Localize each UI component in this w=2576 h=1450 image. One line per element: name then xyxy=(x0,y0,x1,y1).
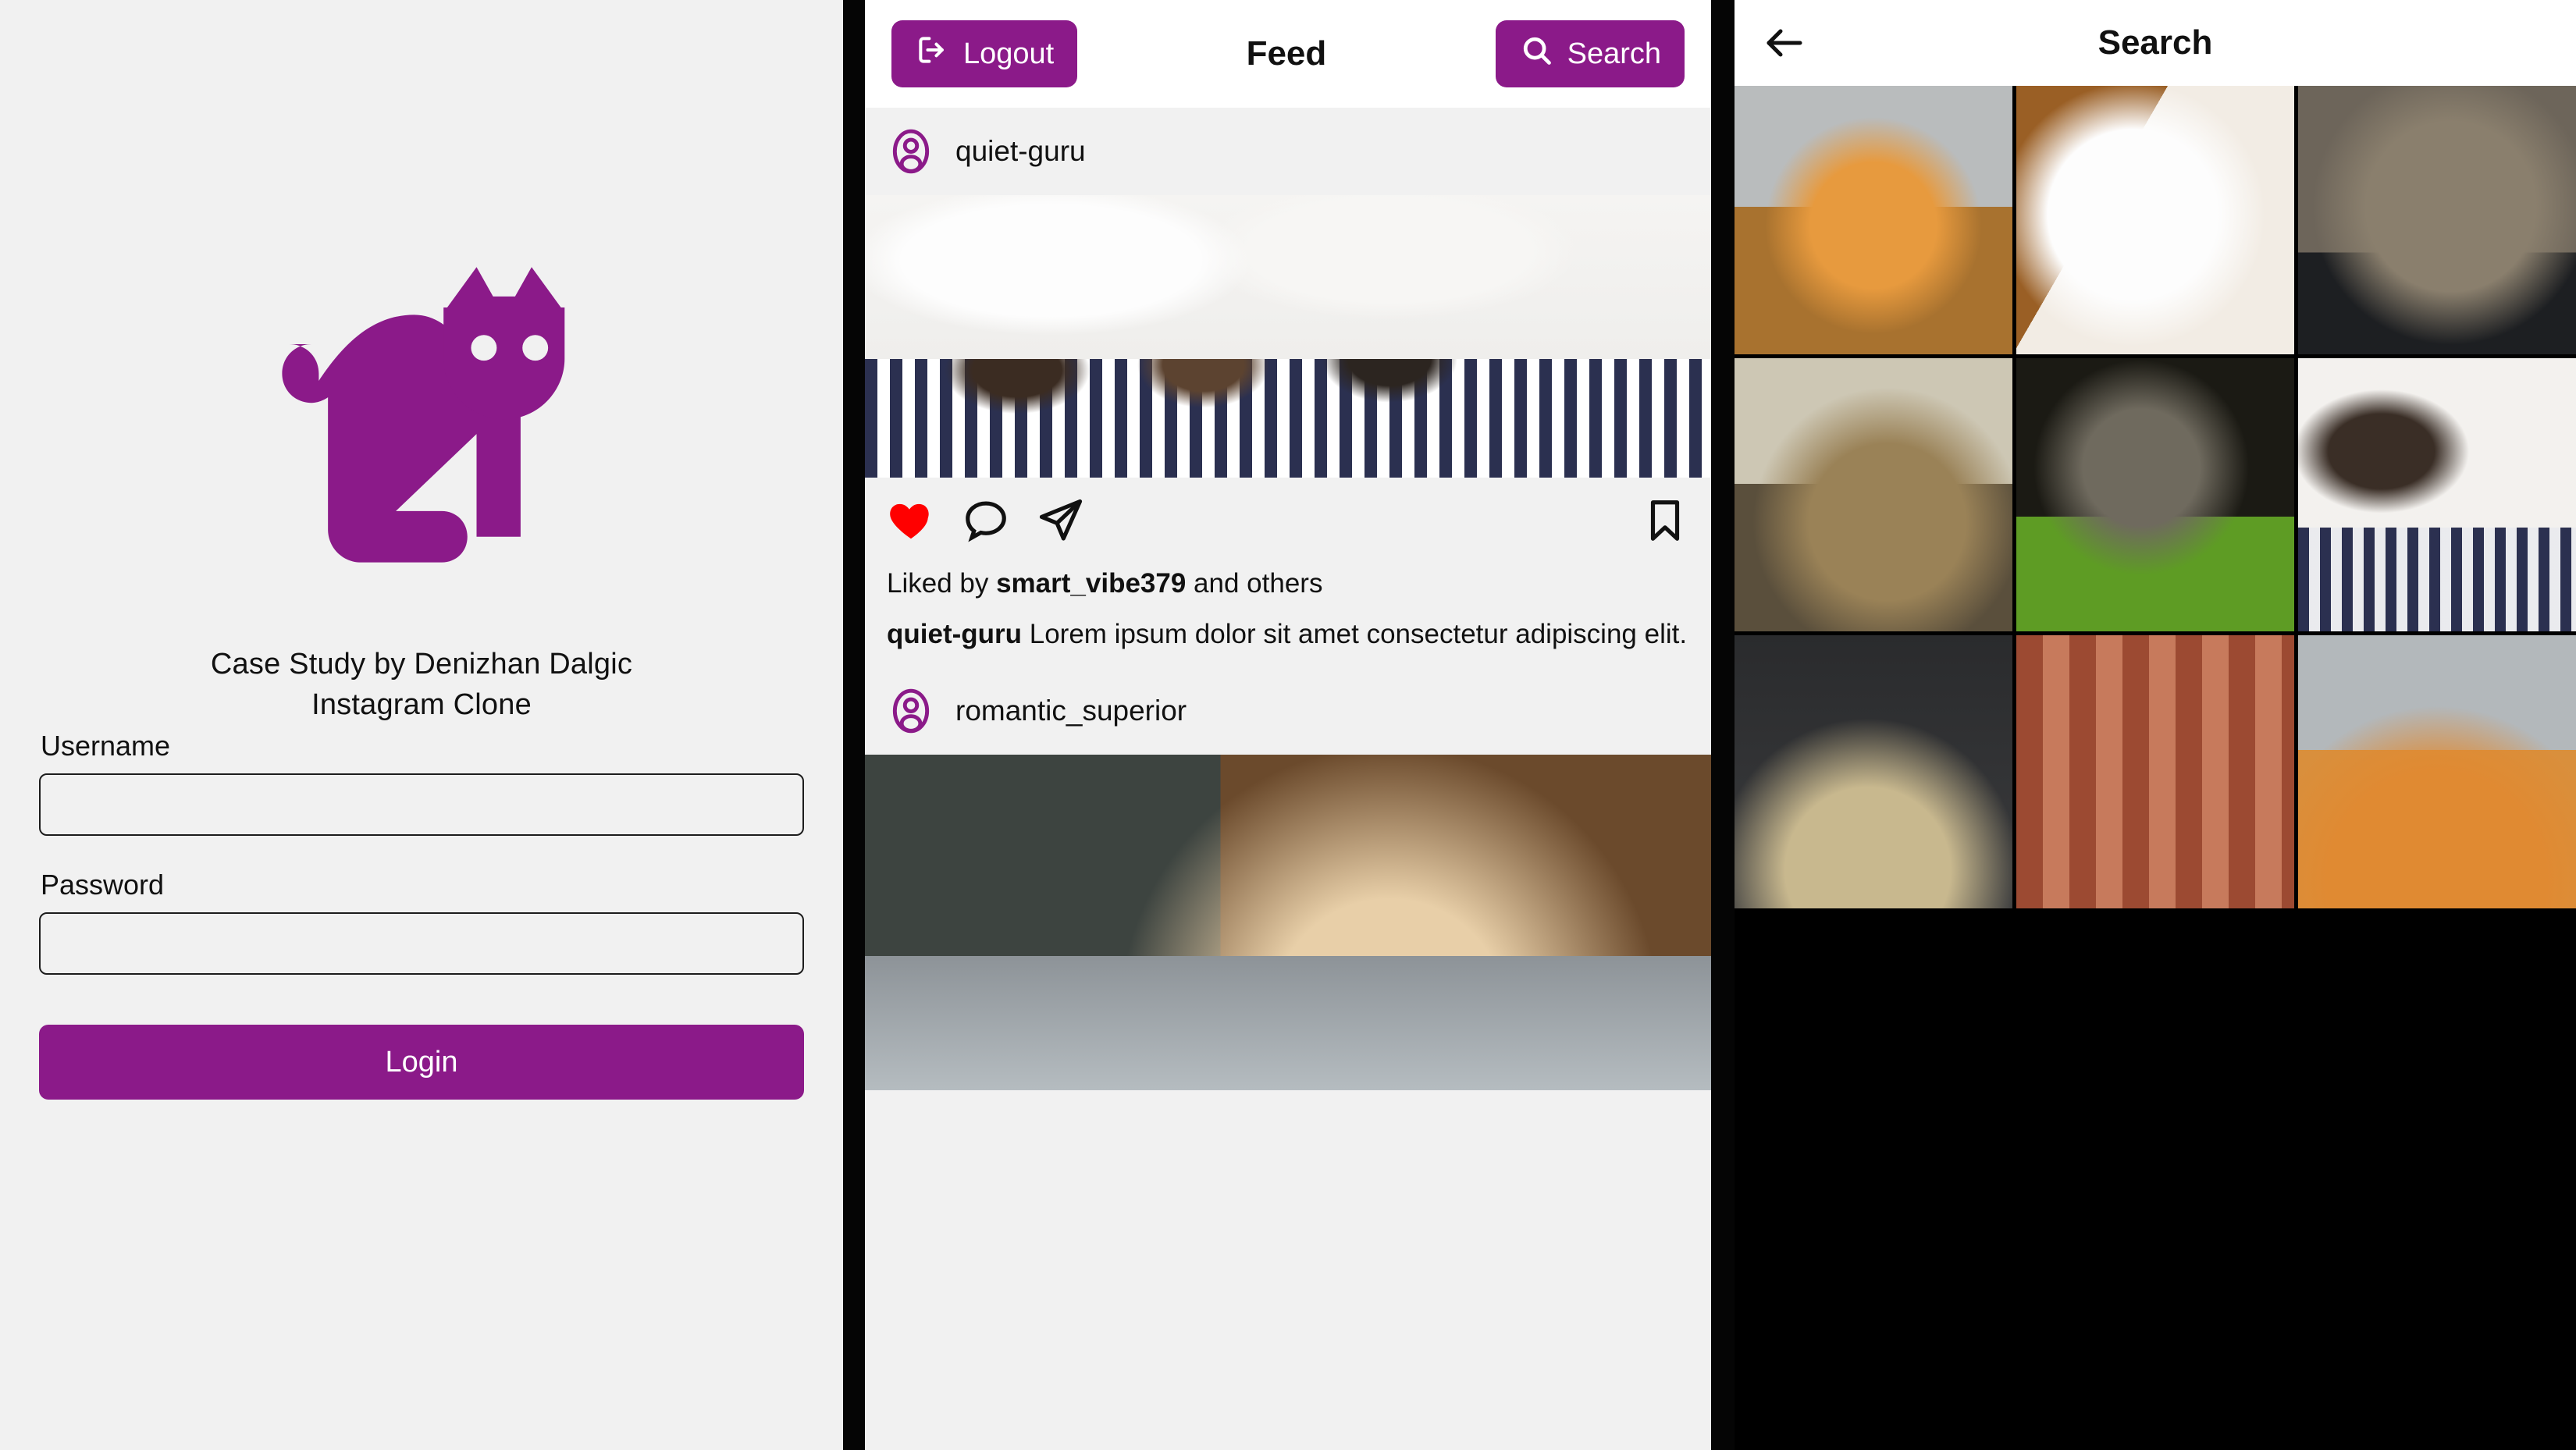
username-label: Username xyxy=(41,730,171,762)
feed-appbar: Logout Feed Search xyxy=(865,0,1711,108)
brand-line-2: Instagram Clone xyxy=(311,688,532,722)
account-circle-icon xyxy=(887,687,935,735)
search-grid-item[interactable] xyxy=(2298,86,2576,354)
account-circle-icon xyxy=(887,127,935,176)
caption-username[interactable]: quiet-guru xyxy=(887,619,1022,649)
search-result-grid xyxy=(1735,86,2576,908)
logout-button[interactable]: Logout xyxy=(891,20,1078,87)
post-header[interactable]: romantic_superior xyxy=(865,667,1711,755)
search-grid-item[interactable] xyxy=(2298,358,2576,631)
post-image[interactable] xyxy=(865,754,1711,1090)
login-screen: Case Study by Denizhan Dalgic Instagram … xyxy=(0,0,843,1450)
post-meta: Liked by smart_vibe379 and others quiet-… xyxy=(865,563,1711,667)
search-grid-item[interactable] xyxy=(2016,635,2294,908)
post-action-bar xyxy=(865,478,1711,563)
search-grid-item[interactable] xyxy=(2016,86,2294,354)
password-label: Password xyxy=(41,869,165,901)
brand-caption: Case Study by Denizhan Dalgic Instagram … xyxy=(0,644,843,726)
share-icon[interactable] xyxy=(1037,496,1085,545)
feed-post: quiet-guru Liked by smart_vibe379 and ot… xyxy=(865,108,1711,667)
logout-icon xyxy=(915,33,949,75)
feed-title: Feed xyxy=(1246,34,1327,73)
likes-prefix: Liked by xyxy=(887,568,997,599)
likes-username[interactable]: smart_vibe379 xyxy=(996,568,1186,599)
search-grid-item[interactable] xyxy=(1735,86,2012,354)
search-label: Search xyxy=(1567,37,1661,70)
likes-line: Liked by smart_vibe379 and others xyxy=(887,565,1689,602)
bookmark-icon[interactable] xyxy=(1641,496,1689,545)
three-panel-screenshot: Case Study by Denizhan Dalgic Instagram … xyxy=(0,0,2576,1450)
comment-icon[interactable] xyxy=(962,496,1010,545)
heart-filled-icon[interactable] xyxy=(887,496,935,545)
logout-label: Logout xyxy=(963,37,1055,70)
feed-post: romantic_superior xyxy=(865,666,1711,1090)
caption-line: quiet-guru Lorem ipsum dolor sit amet co… xyxy=(887,616,1689,652)
search-page-title: Search xyxy=(2097,23,2213,62)
search-grid-item[interactable] xyxy=(2298,635,2576,908)
login-button[interactable]: Login xyxy=(39,1025,804,1100)
search-grid-item[interactable] xyxy=(1735,635,2012,908)
brand-line-1: Case Study by Denizhan Dalgic xyxy=(210,648,633,681)
search-appbar: Search xyxy=(1735,0,2576,86)
post-header[interactable]: quiet-guru xyxy=(865,108,1711,195)
feed-screen: Logout Feed Search quiet-guru Liked by s… xyxy=(865,0,1711,1450)
search-button[interactable]: Search xyxy=(1495,20,1685,87)
panel-divider-right xyxy=(1711,0,1735,1450)
arrow-back-icon[interactable] xyxy=(1761,20,1808,66)
password-input[interactable] xyxy=(39,912,804,975)
search-icon xyxy=(1519,33,1553,75)
cat-logo-icon xyxy=(0,234,843,601)
login-form: Username Password Login xyxy=(39,730,804,1100)
username-input[interactable] xyxy=(39,773,804,836)
post-username[interactable]: quiet-guru xyxy=(955,135,1086,168)
search-grid-item[interactable] xyxy=(2016,358,2294,631)
caption-text: Lorem ipsum dolor sit amet consectetur a… xyxy=(1022,619,1688,650)
post-username[interactable]: romantic_superior xyxy=(955,695,1187,727)
likes-suffix: and others xyxy=(1186,568,1323,599)
post-image-content xyxy=(865,195,1711,478)
search-screen: Search xyxy=(1735,0,2576,1450)
panel-divider-left xyxy=(843,0,865,1450)
post-image[interactable] xyxy=(865,195,1711,478)
search-grid-item[interactable] xyxy=(1735,358,2012,631)
post-image-content xyxy=(865,754,1711,1090)
